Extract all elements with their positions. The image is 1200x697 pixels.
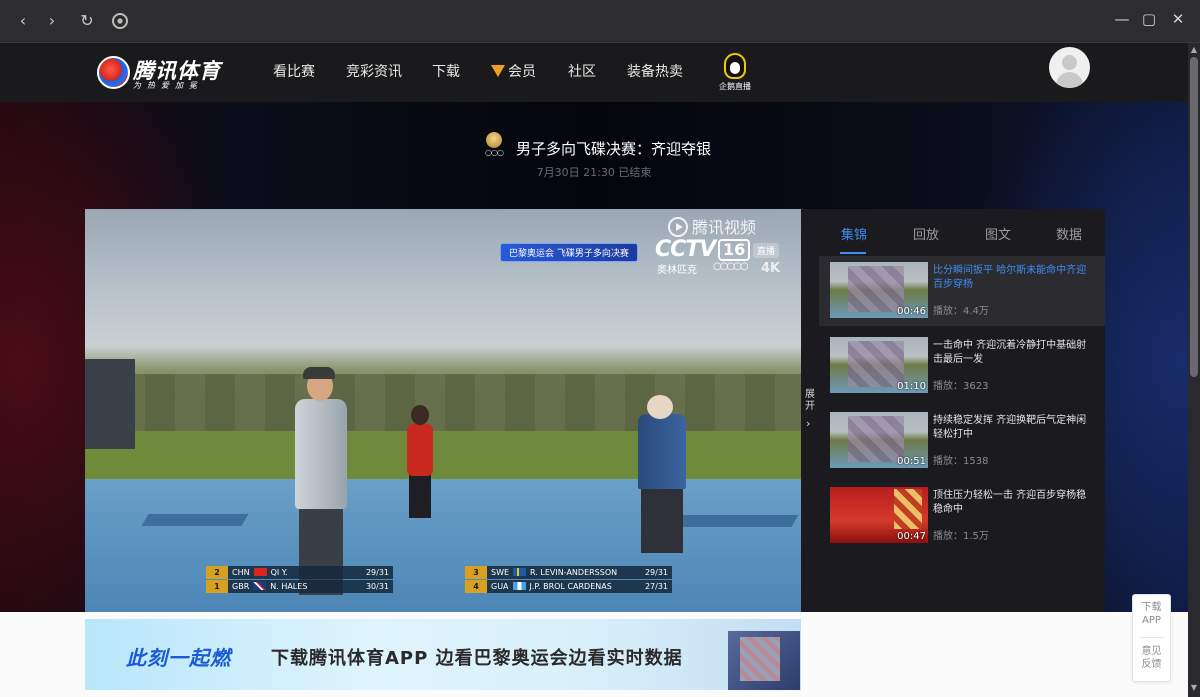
clip-plays: 播放：1.5万 [933,531,989,542]
list-item[interactable]: 00:46 比分瞬间扳平 哈尔斯未能命中齐迎百步穿杨 播放：4.4万 [819,256,1105,326]
match-stage: ○○○ 男子多向飞碟决赛：齐迎夺银 7月30日 21:30 已结束 腾讯视频 巴… [0,102,1188,612]
nav-vip-label: 会员 [508,64,536,80]
qr-code-icon [728,631,800,690]
scoreboard-left: 2 CHN QI Y. 29/31 1 GBR N. HALES 30/31 [206,566,393,594]
expand-panel-button[interactable]: 展开 › [801,209,819,612]
flag-gua-icon [512,582,526,590]
floating-toolbox: 下载 APP 意见 反馈 [1132,594,1171,682]
side-panel: 集锦 回放 图文 数据 00:46 比分瞬间扳平 哈尔斯未能命中齐迎百步穿杨 播… [819,209,1105,612]
flag-gbr-icon [253,582,267,590]
forward-icon[interactable]: › [41,10,63,32]
score-row: 4 GUA J.P. BROL CARDENAS 27/31 [465,580,672,593]
clip-title: 比分瞬间扳平 哈尔斯未能命中齐迎百步穿杨 [933,265,1087,290]
penguin-live[interactable]: 企鹅直播 [717,53,753,97]
athlete-figure [407,424,433,476]
clip-thumbnail: 00:46 [830,262,928,318]
close-icon[interactable]: ✕ [1167,8,1189,30]
download-app-button[interactable]: 下载 APP [1133,601,1170,627]
olympic-rings-icon: ○○○○○ [713,261,749,272]
scroll-thumb[interactable] [1190,57,1198,377]
video-player[interactable]: 腾讯视频 巴黎奥运会 飞碟男子多向决赛 CCTV 16 直播 奥林匹克 ○○○○… [85,209,801,612]
site-logo[interactable]: 腾讯体育 为热爱加冕 [97,53,227,93]
penguin-icon [724,53,746,79]
clip-title: 持续稳定发挥 齐迎换靶后气定神闲轻松打中 [933,415,1087,440]
channel-tag: 直播 [753,243,780,258]
penguin-live-label: 企鹅直播 [719,82,751,91]
page-scrollbar[interactable]: ▲ ▼ [1188,43,1200,697]
nav-community[interactable]: 社区 [568,61,596,81]
channel-logo: CCTV [655,237,716,262]
nav-lottery-news[interactable]: 竞彩资讯 [346,61,402,81]
clip-title: 顶住压力轻松一击 齐迎百步穿杨稳稳命中 [933,490,1087,515]
event-time: 7月30日 21:30 已结束 [536,166,652,179]
clip-duration: 00:51 [897,456,926,467]
logo-ball-icon [97,56,130,89]
tab-live-text[interactable]: 图文 [985,224,1011,243]
channel-number: 16 [718,239,751,261]
nav-vip[interactable]: 会员 [491,61,536,81]
ad-slogan: 此刻一起燃 [126,646,231,670]
score-row: 1 GBR N. HALES 30/31 [206,580,393,593]
vip-crown-icon [491,65,505,77]
avatar[interactable] [1049,47,1090,88]
clip-thumbnail: 00:47 [830,487,928,543]
tencent-video-icon [668,217,688,237]
chrome-icon[interactable] [109,10,131,32]
clip-thumbnail: 00:51 [830,412,928,468]
app-download-banner[interactable]: 此刻一起燃 下载腾讯体育APP 边看巴黎奥运会边看实时数据 [85,619,801,690]
list-item[interactable]: 01:10 一击命中 齐迎沉着冷静打中基础射击最后一发 播放：3623 [819,331,1105,401]
chevron-right-icon: › [806,417,811,430]
logo-subtitle: 为热爱加冕 [133,81,203,90]
maximize-icon[interactable]: ▢ [1138,8,1160,30]
olympic-rings-icon: ○○○ [485,148,504,157]
scroll-down-icon[interactable]: ▼ [1189,683,1199,693]
score-row: 3 SWE R. LEVIN-ANDERSSON 29/31 [465,566,672,579]
olympics-logo-icon: ○○○ [484,132,504,160]
scroll-up-icon[interactable]: ▲ [1189,45,1199,55]
tencent-video-watermark: 腾讯视频 [668,214,756,238]
nav-gear-shop[interactable]: 装备热卖 [627,61,683,81]
scoreboard-right: 3 SWE R. LEVIN-ANDERSSON 29/31 4 GUA J.P. … [465,566,672,594]
list-item[interactable]: 00:51 持续稳定发挥 齐迎换靶后气定神闲轻松打中 播放：1538 [819,406,1105,476]
minimize-icon[interactable]: — [1111,8,1133,30]
expand-label: 展开 [805,389,815,412]
tab-replay[interactable]: 回放 [913,224,939,243]
list-item[interactable]: 00:47 顶住压力轻松一击 齐迎百步穿杨稳稳命中 播放：1.5万 [819,481,1105,551]
active-tab-indicator [840,252,866,254]
clip-duration: 00:47 [897,531,926,542]
clip-plays: 播放：3623 [933,381,989,392]
site-header: 腾讯体育 为热爱加冕 看比赛 竞彩资讯 下载 会员 社区 装备热卖 企鹅直播 [0,43,1200,102]
score-row: 2 CHN QI Y. 29/31 [206,566,393,579]
clip-plays: 播放：1538 [933,456,989,467]
feedback-button[interactable]: 意见 反馈 [1133,645,1170,671]
ad-text: 下载腾讯体育APP 边看巴黎奥运会边看实时数据 [271,648,683,669]
referee-figure [638,414,686,489]
clip-duration: 01:10 [897,381,926,392]
quality-badge: 4K [761,261,781,276]
bottom-area: 此刻一起燃 下载腾讯体育APP 边看巴黎奥运会边看实时数据 [0,612,1188,697]
channel-subtitle: 奥林匹克 [657,265,697,276]
nav-watch[interactable]: 看比赛 [273,61,315,81]
flag-chn-icon [253,568,267,576]
flag-swe-icon [513,568,527,576]
clip-thumbnail: 01:10 [830,337,928,393]
tab-highlights[interactable]: 集锦 [841,224,867,243]
nav-download[interactable]: 下载 [432,61,460,81]
page-title: 男子多向飞碟决赛：齐迎夺银 [516,140,712,158]
back-icon[interactable]: ‹ [12,10,34,32]
clip-plays: 播放：4.4万 [933,306,989,317]
clip-title: 一击命中 齐迎沉着冷静打中基础射击最后一发 [933,340,1087,365]
broadcast-banner: 巴黎奥运会 飞碟男子多向决赛 [500,243,638,262]
panel-tabs: 集锦 回放 图文 数据 [819,209,1105,256]
browser-toolbar: ‹ › ↻ — ▢ ✕ [0,0,1200,43]
tab-stats[interactable]: 数据 [1056,224,1082,243]
clip-duration: 00:46 [897,306,926,317]
reload-icon[interactable]: ↻ [76,10,98,32]
